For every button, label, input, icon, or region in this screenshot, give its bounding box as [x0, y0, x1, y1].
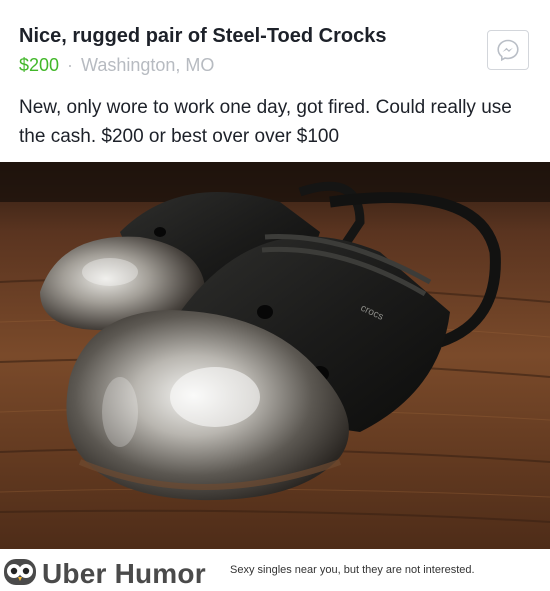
listing-meta: $200 · Washington, MO: [19, 55, 214, 76]
meta-separator: ·: [67, 55, 74, 75]
message-seller-button[interactable]: [487, 30, 529, 70]
listing-location[interactable]: Washington, MO: [81, 55, 214, 75]
listing-photo[interactable]: crocs: [0, 162, 550, 549]
owl-icon: [4, 559, 36, 585]
listing-description: New, only wore to work one day, got fire…: [19, 97, 512, 147]
marketplace-post: Nice, rugged pair of Steel-Toed Crocks $…: [0, 0, 550, 549]
listing-title[interactable]: Nice, rugged pair of Steel-Toed Crocks: [19, 25, 386, 48]
footer-tagline: Sexy singles near you, but they are not …: [230, 564, 475, 576]
brand-name: Uber Humor: [42, 558, 206, 589]
messenger-icon: [497, 39, 519, 62]
listing-price: $200: [19, 55, 60, 75]
